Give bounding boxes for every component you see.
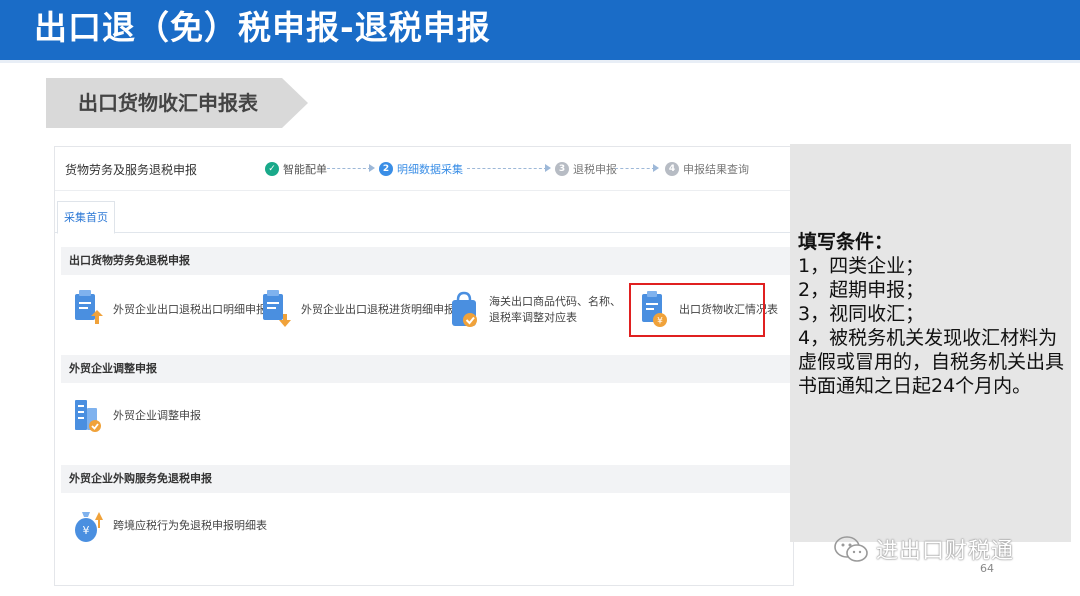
step-connector [615, 168, 655, 169]
app-topbar: 货物劳务及服务退税申报 ✓ 智能配单 2 明细数据采集 3 退税申报 4 申报结… [55, 147, 795, 191]
condition-line: 2，超期申报； [798, 279, 925, 301]
step-connector [467, 168, 547, 169]
header-divider [0, 60, 1080, 63]
shopping-bag-check-icon [449, 290, 479, 330]
conditions-text: 填写条件： 1，四类企业； 2，超期申报； 3，视同收汇； 4，被税务机关发现收… [798, 230, 1066, 398]
item-adjust-declare[interactable]: 外贸企业调整申报 [73, 393, 201, 439]
slide-header: 出口退（免）税申报-退税申报 [0, 0, 1080, 60]
item-customs-code-table[interactable]: 海关出口商品代码、名称、退税率调整对应表 [449, 287, 629, 333]
item-label: 外贸企业出口退税出口明细申报表 [113, 303, 278, 316]
arrow-right-icon [545, 164, 551, 172]
step-number: 3 [555, 162, 569, 176]
watermark: 进出口财税通 [834, 534, 1014, 564]
conditions-heading: 填写条件： [798, 231, 894, 253]
document-upload-icon [73, 290, 103, 330]
step-label: 智能配单 [283, 163, 327, 176]
item-purchase-detail[interactable]: 外贸企业出口退税进货明细申报表 [261, 287, 466, 333]
condition-line: 1，四类企业； [798, 255, 925, 277]
step-number: 2 [379, 162, 393, 176]
step-label: 明细数据采集 [397, 163, 463, 176]
side-panel: 填写条件： 1，四类企业； 2，超期申报； 3，视同收汇； 4，被税务机关发现收… [790, 144, 1071, 542]
group-header: 外贸企业外购服务免退税申报 [61, 465, 791, 493]
app-screenshot: 货物劳务及服务退税申报 ✓ 智能配单 2 明细数据采集 3 退税申报 4 申报结… [54, 146, 795, 586]
item-label: 海关出口商品代码、名称、退税率调整对应表 [489, 295, 621, 324]
document-download-icon [261, 290, 291, 330]
item-label: 外贸企业出口退税进货明细申报表 [301, 303, 466, 316]
watermark-text: 进出口财税通 [876, 539, 1015, 564]
highlight-box [629, 283, 765, 337]
step-refund-declare[interactable]: 3 退税申报 [555, 159, 617, 179]
slide-title: 出口退（免）税申报-退税申报 [34, 8, 491, 47]
section-tag: 出口货物收汇申报表 [46, 78, 308, 128]
arrow-right-icon [653, 164, 659, 172]
tab-bar: 采集首页 [55, 195, 795, 234]
step-result-query[interactable]: 4 申报结果查询 [665, 159, 749, 179]
building-adjust-icon [73, 396, 103, 436]
page-number: 64 [980, 562, 994, 575]
wechat-icon [834, 536, 868, 562]
app-title: 货物劳务及服务退税申报 [65, 163, 198, 177]
item-export-detail[interactable]: 外贸企业出口退税出口明细申报表 [73, 287, 278, 333]
condition-line: 4，被税务机关发现收汇材料为虚假或冒用的，自税务机关出具书面通知之日起24个月内… [798, 327, 1065, 397]
condition-line: 3，视同收汇； [798, 303, 925, 325]
step-smart-match[interactable]: ✓ 智能配单 [265, 159, 327, 179]
item-cross-border-detail[interactable]: ¥ 跨境应税行为免退税申报明细表 [73, 503, 267, 549]
group-header: 出口货物劳务免退税申报 [61, 247, 791, 275]
step-detail-collection[interactable]: 2 明细数据采集 [379, 159, 463, 179]
step-label: 申报结果查询 [683, 163, 749, 176]
money-bag-icon: ¥ [73, 506, 103, 546]
item-label: 跨境应税行为免退税申报明细表 [113, 519, 267, 532]
item-label: 外贸企业调整申报 [113, 409, 201, 422]
tab-collection-home[interactable]: 采集首页 [57, 201, 115, 234]
svg-text:¥: ¥ [83, 524, 90, 537]
section-title: 出口货物收汇申报表 [78, 91, 258, 115]
step-number: 4 [665, 162, 679, 176]
check-icon: ✓ [265, 162, 279, 176]
group-header: 外贸企业调整申报 [61, 355, 791, 383]
step-label: 退税申报 [573, 163, 617, 176]
step-connector [327, 168, 371, 169]
arrow-right-icon [369, 164, 375, 172]
